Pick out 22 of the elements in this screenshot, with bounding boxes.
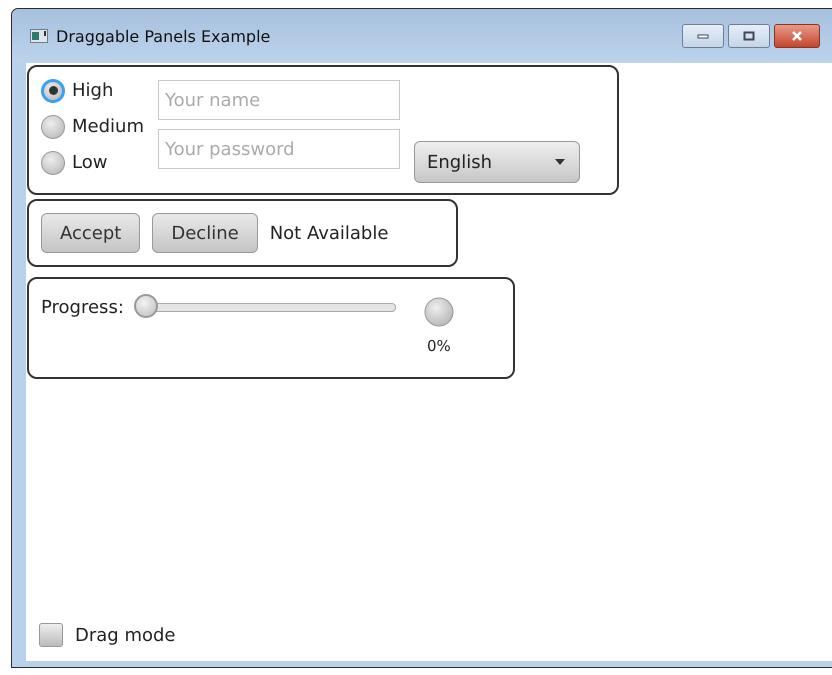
radio-button[interactable]: High	[41, 75, 144, 106]
progress-percent: 0%	[426, 337, 451, 355]
caret-icon	[554, 159, 565, 165]
language-dropdown[interactable]: English	[414, 141, 580, 183]
password-field[interactable]: Your password	[158, 129, 400, 169]
minimize-button[interactable]	[682, 24, 724, 48]
progress-label: Progress:	[41, 297, 124, 318]
radio-button[interactable]: Medium	[41, 111, 144, 142]
radio-button[interactable]: Low	[41, 147, 144, 178]
minimize-icon	[697, 33, 709, 39]
accept-button[interactable]: Accept	[41, 213, 140, 253]
status-label: Not Available	[270, 222, 388, 244]
drag-mode-checkbox[interactable]: Drag mode	[39, 623, 832, 647]
window-title: Draggable Panels Example	[56, 26, 270, 46]
name-field[interactable]: Your name	[158, 80, 400, 120]
decline-button[interactable]: Decline	[152, 213, 258, 253]
maximize-icon	[743, 31, 755, 41]
close-button[interactable]	[774, 24, 820, 48]
maximize-button[interactable]	[728, 24, 770, 48]
close-icon	[790, 31, 804, 41]
progress-indicator	[424, 297, 454, 327]
app-icon	[30, 29, 48, 43]
